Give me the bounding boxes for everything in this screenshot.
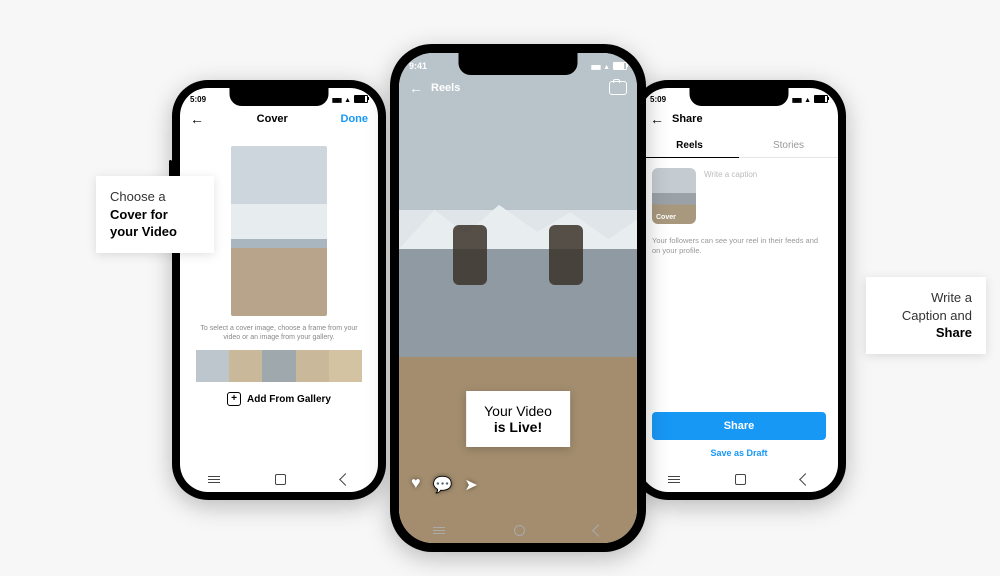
signal-icon [792, 95, 801, 104]
share-header: ← Share [640, 110, 838, 132]
reels-title: Reels [431, 82, 460, 94]
phone-share: 5:09 ← Share Reels Stories Cover Write a… [632, 80, 846, 500]
screen-reels: 9:41 ← Reels Your Video is Live! ♥ 💬 ➤ [399, 53, 637, 543]
screen-share: 5:09 ← Share Reels Stories Cover Write a… [640, 88, 838, 492]
tab-stories[interactable]: Stories [739, 132, 838, 157]
android-navbar [180, 466, 378, 492]
annot-r3: Share [880, 324, 972, 342]
annot-l1: Choose a [110, 188, 200, 206]
cover-preview[interactable] [231, 146, 327, 316]
frame-strip[interactable] [196, 350, 362, 382]
phone-reels: 9:41 ← Reels Your Video is Live! ♥ 💬 ➤ [390, 44, 646, 552]
live-line2: is Live! [484, 419, 552, 435]
cover-title: Cover [257, 113, 288, 125]
reel-action-row: ♥ 💬 ➤ [411, 475, 478, 495]
wifi-icon [804, 95, 811, 104]
reel-video[interactable] [399, 53, 637, 543]
nav-home-icon[interactable] [735, 474, 746, 485]
notch [230, 88, 329, 106]
share-icon[interactable]: ➤ [464, 475, 477, 495]
nav-home-icon[interactable] [514, 525, 525, 536]
cover-thumb-label: Cover [656, 214, 676, 221]
save-draft-button[interactable]: Save as Draft [640, 440, 838, 466]
android-navbar [640, 466, 838, 492]
like-icon[interactable]: ♥ [411, 475, 421, 495]
camera-icon[interactable] [609, 81, 627, 95]
nav-home-icon[interactable] [275, 474, 286, 485]
notch [459, 53, 578, 75]
tab-reels[interactable]: Reels [640, 132, 739, 158]
cover-help-text: To select a cover image, choose a frame … [180, 316, 378, 346]
wifi-icon [603, 61, 610, 71]
notch [690, 88, 789, 106]
annotation-share: Write a Caption and Share [866, 277, 986, 354]
android-navbar [399, 517, 637, 543]
caption-input[interactable]: Write a caption [704, 168, 757, 224]
wifi-icon [344, 95, 351, 104]
annot-l3: your Video [110, 223, 200, 241]
back-icon[interactable]: ← [409, 81, 423, 95]
nav-back-icon[interactable] [592, 524, 605, 537]
back-icon[interactable]: ← [190, 112, 204, 126]
share-title: Share [672, 113, 703, 125]
live-line1: Your Video [484, 403, 552, 419]
nav-recent-icon[interactable] [668, 479, 680, 480]
battery-icon [613, 62, 627, 70]
comment-icon[interactable]: 💬 [433, 475, 453, 495]
phone-cover: 5:09 ← Cover Done To select a cover imag… [172, 80, 386, 500]
signal-icon [332, 95, 341, 104]
visibility-note: Your followers can see your reel in thei… [640, 234, 838, 256]
cover-thumbnail[interactable]: Cover [652, 168, 696, 224]
nav-recent-icon[interactable] [433, 530, 445, 531]
nav-back-icon[interactable] [339, 473, 352, 486]
battery-icon [354, 95, 368, 103]
annot-r1: Write a [880, 289, 972, 307]
signal-icon [591, 61, 600, 71]
status-time: 5:09 [190, 95, 206, 104]
annot-l2: Cover for [110, 206, 200, 224]
nav-back-icon[interactable] [799, 473, 812, 486]
battery-icon [814, 95, 828, 103]
add-from-gallery-button[interactable]: + Add From Gallery [180, 382, 378, 414]
status-time: 9:41 [409, 61, 427, 71]
back-icon[interactable]: ← [650, 112, 664, 126]
done-button[interactable]: Done [341, 113, 369, 125]
annot-r2: Caption and [880, 307, 972, 325]
share-button[interactable]: Share [652, 412, 826, 440]
share-tabs: Reels Stories [640, 132, 838, 158]
video-live-callout: Your Video is Live! [466, 391, 570, 447]
share-compose-row: Cover Write a caption [640, 158, 838, 234]
reels-header: ← Reels [399, 79, 637, 101]
cover-header: ← Cover Done [180, 110, 378, 132]
nav-recent-icon[interactable] [208, 479, 220, 480]
annotation-cover: Choose a Cover for your Video [96, 176, 214, 253]
add-from-gallery-label: Add From Gallery [247, 394, 331, 405]
plus-icon: + [227, 392, 241, 406]
status-time: 5:09 [650, 95, 666, 104]
screen-cover: 5:09 ← Cover Done To select a cover imag… [180, 88, 378, 492]
